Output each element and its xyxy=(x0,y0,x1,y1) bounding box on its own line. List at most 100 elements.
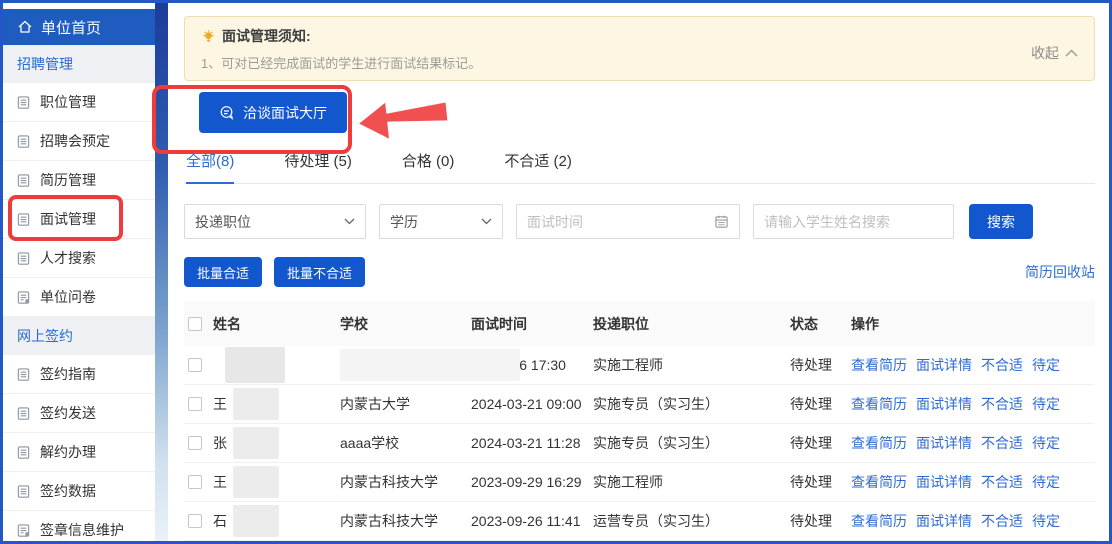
interview-date-input[interactable] xyxy=(516,204,740,239)
view-resume-link[interactable]: 查看简历 xyxy=(851,394,907,414)
chevron-down-icon xyxy=(344,218,355,225)
redacted-name xyxy=(233,388,279,420)
filter-toolbar: 投递职位 学历 xyxy=(184,204,1095,239)
tab-qualified[interactable]: 合格 (0) xyxy=(402,150,455,184)
sidebar-item-label: 解约办理 xyxy=(40,442,96,462)
sidebar-item-signing-guide[interactable]: 签约指南 xyxy=(3,355,155,394)
sidebar-divider-strip xyxy=(155,3,168,541)
collapse-toggle[interactable]: 收起 xyxy=(1031,43,1078,63)
notice-line: 1、可对已经完成面试的学生进行面试结果标记。 xyxy=(201,53,1078,72)
batch-action-row: 批量合适 批量不合适 简历回收站 xyxy=(184,257,1095,287)
interview-detail-link[interactable]: 面试详情 xyxy=(916,355,972,375)
table-row: 王 内蒙古科技大学 2023-09-29 16:29 实施工程师 待处理 查看简… xyxy=(184,463,1095,502)
sidebar-item-resume-mgmt[interactable]: 简历管理 xyxy=(3,161,155,200)
redacted-name xyxy=(225,347,285,383)
undecided-link[interactable]: 待定 xyxy=(1032,394,1060,414)
chevron-up-icon xyxy=(1065,49,1078,57)
sidebar-item-label: 简历管理 xyxy=(40,170,96,190)
cell-school: 内蒙古科技大学 xyxy=(340,472,471,492)
sidebar-item-interview-mgmt[interactable]: 面试管理 xyxy=(3,200,155,239)
interview-detail-link[interactable]: 面试详情 xyxy=(916,472,972,492)
table-row: 石 内蒙古科技大学 2023-09-26 11:41 运营专员（实习生） 待处理… xyxy=(184,502,1095,541)
table-row: 王 内蒙古大学 2024-03-21 09:00 实施专员（实习生） 待处理 查… xyxy=(184,385,1095,424)
unsuitable-link[interactable]: 不合适 xyxy=(981,472,1023,492)
sidebar-item-jobfair-booking[interactable]: 招聘会预定 xyxy=(3,122,155,161)
table-row: 24-12-16 17:30 实施工程师 待处理 查看简历 面试详情 不合适 待… xyxy=(184,346,1095,385)
cell-name: 王 xyxy=(213,394,227,414)
resume-recycle-link[interactable]: 简历回收站 xyxy=(1025,262,1095,282)
search-button[interactable]: 搜索 xyxy=(969,204,1033,239)
redacted-name xyxy=(233,466,279,498)
document-icon xyxy=(16,251,31,266)
row-checkbox[interactable] xyxy=(188,436,202,450)
undecided-link[interactable]: 待定 xyxy=(1032,433,1060,453)
interview-hall-button[interactable]: 洽谈面试大厅 xyxy=(199,92,347,133)
sidebar: 单位首页 招聘管理 职位管理 招聘会预定 简历管理 xyxy=(3,3,155,541)
sidebar-item-position-mgmt[interactable]: 职位管理 xyxy=(3,83,155,122)
sidebar-section-recruitment: 招聘管理 xyxy=(3,45,155,83)
cell-position: 实施专员（实习生） xyxy=(593,394,790,414)
degree-select-value: 学历 xyxy=(390,212,418,232)
document-icon xyxy=(16,134,31,149)
interview-table: 姓名 学校 面试时间 投递职位 状态 操作 24-12-16 17:30 实施工… xyxy=(184,301,1095,541)
cell-name: 张 xyxy=(213,433,227,453)
status-badge: 待处理 xyxy=(790,511,851,531)
status-badge: 待处理 xyxy=(790,355,851,375)
cell-time: 2024-03-21 09:00 xyxy=(471,396,593,412)
sidebar-item-questionnaire[interactable]: 单位问卷 xyxy=(3,278,155,317)
sidebar-item-label: 职位管理 xyxy=(40,92,96,112)
row-checkbox[interactable] xyxy=(188,475,202,489)
row-checkbox[interactable] xyxy=(188,358,202,372)
main-content: 面试管理须知: 1、可对已经完成面试的学生进行面试结果标记。 收起 xyxy=(168,3,1109,541)
interview-detail-link[interactable]: 面试详情 xyxy=(916,433,972,453)
table-row: 张 aaaa学校 2024-03-21 11:28 实施专员（实习生） 待处理 … xyxy=(184,424,1095,463)
batch-suitable-button[interactable]: 批量合适 xyxy=(184,257,262,287)
sidebar-item-termination[interactable]: 解约办理 xyxy=(3,433,155,472)
row-checkbox[interactable] xyxy=(188,397,202,411)
position-select[interactable]: 投递职位 xyxy=(184,204,366,239)
cell-position: 实施工程师 xyxy=(593,472,790,492)
tab-unsuitable[interactable]: 不合适 (2) xyxy=(504,150,572,184)
select-all-checkbox[interactable] xyxy=(188,317,202,331)
status-badge: 待处理 xyxy=(790,472,851,492)
notice-banner: 面试管理须知: 1、可对已经完成面试的学生进行面试结果标记。 收起 xyxy=(184,16,1095,81)
undecided-link[interactable]: 待定 xyxy=(1032,472,1060,492)
cell-position: 实施专员（实习生） xyxy=(593,433,790,453)
header-time: 面试时间 xyxy=(471,314,593,334)
sidebar-home[interactable]: 单位首页 xyxy=(3,9,155,45)
batch-unsuitable-button[interactable]: 批量不合适 xyxy=(274,257,365,287)
sidebar-item-signing-send[interactable]: 签约发送 xyxy=(3,394,155,433)
interview-date-field[interactable] xyxy=(527,214,714,230)
row-checkbox[interactable] xyxy=(188,514,202,528)
header-school: 学校 xyxy=(340,314,471,334)
sidebar-item-seal-info[interactable]: 签章信息维护 xyxy=(3,511,155,541)
unsuitable-link[interactable]: 不合适 xyxy=(981,394,1023,414)
table-header-row: 姓名 学校 面试时间 投递职位 状态 操作 xyxy=(184,301,1095,346)
unsuitable-link[interactable]: 不合适 xyxy=(981,511,1023,531)
view-resume-link[interactable]: 查看简历 xyxy=(851,511,907,531)
status-badge: 待处理 xyxy=(790,394,851,414)
tab-pending[interactable]: 待处理 (5) xyxy=(284,150,352,184)
sidebar-item-label: 面试管理 xyxy=(40,209,96,229)
undecided-link[interactable]: 待定 xyxy=(1032,355,1060,375)
view-resume-link[interactable]: 查看简历 xyxy=(851,433,907,453)
interview-detail-link[interactable]: 面试详情 xyxy=(916,394,972,414)
student-name-field[interactable] xyxy=(764,214,943,230)
view-resume-link[interactable]: 查看简历 xyxy=(851,472,907,492)
unsuitable-link[interactable]: 不合适 xyxy=(981,433,1023,453)
sidebar-item-talent-search[interactable]: 人才搜索 xyxy=(3,239,155,278)
cell-school: 内蒙古科技大学 xyxy=(340,511,471,531)
redacted-school xyxy=(340,349,520,381)
undecided-link[interactable]: 待定 xyxy=(1032,511,1060,531)
document-icon xyxy=(16,367,31,382)
cell-position: 运营专员（实习生） xyxy=(593,511,790,531)
interview-detail-link[interactable]: 面试详情 xyxy=(916,511,972,531)
degree-select[interactable]: 学历 xyxy=(379,204,503,239)
view-resume-link[interactable]: 查看简历 xyxy=(851,355,907,375)
unsuitable-link[interactable]: 不合适 xyxy=(981,355,1023,375)
document-icon xyxy=(16,212,31,227)
header-status: 状态 xyxy=(790,314,851,334)
student-name-search[interactable] xyxy=(753,204,954,239)
sidebar-item-signing-data[interactable]: 签约数据 xyxy=(3,472,155,511)
tab-all[interactable]: 全部(8) xyxy=(186,150,234,184)
